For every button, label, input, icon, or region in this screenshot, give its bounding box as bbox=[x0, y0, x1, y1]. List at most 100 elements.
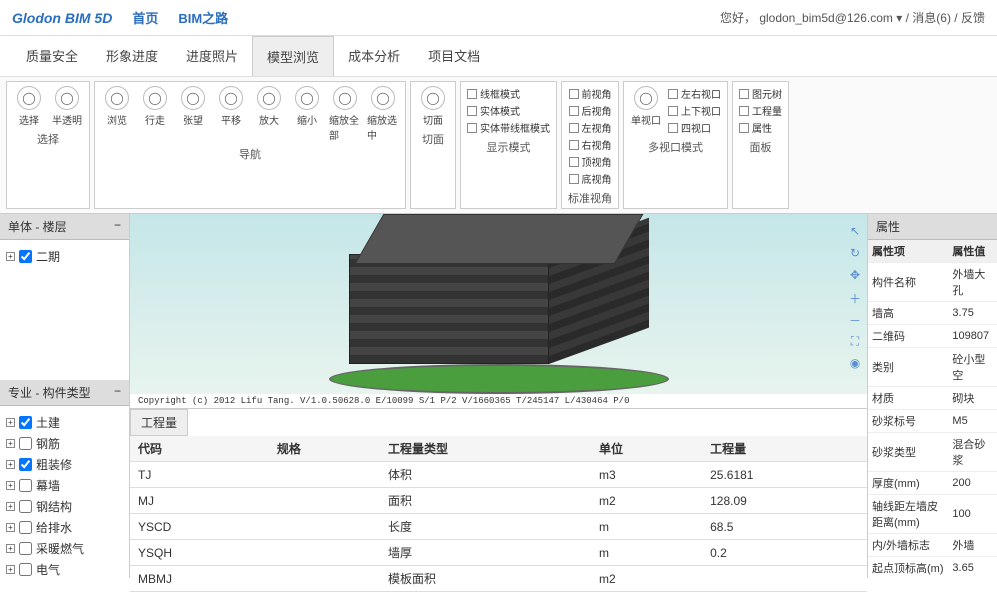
tree-checkbox[interactable] bbox=[19, 416, 32, 429]
expand-toggle[interactable]: + bbox=[6, 460, 15, 469]
expand-toggle[interactable]: + bbox=[6, 439, 15, 448]
tool-button[interactable]: ◯放大 bbox=[253, 86, 285, 127]
prop-value: 外墙大孔 bbox=[948, 263, 997, 302]
tool-button[interactable]: ◯浏览 bbox=[101, 86, 133, 127]
tree-item[interactable]: +二期 bbox=[6, 246, 123, 267]
qty-cell: m2 bbox=[591, 488, 702, 514]
tree-item[interactable]: +粗装修 bbox=[6, 454, 123, 475]
tool-mini-button[interactable]: 底视角 bbox=[569, 171, 612, 186]
building-model[interactable] bbox=[319, 214, 679, 394]
tree-checkbox[interactable] bbox=[19, 521, 32, 534]
expand-toggle[interactable]: + bbox=[6, 523, 15, 532]
expand-toggle[interactable]: + bbox=[6, 565, 15, 574]
vp-pan-icon[interactable]: ✥ bbox=[847, 268, 863, 284]
dropdown-icon[interactable]: ▾ bbox=[896, 11, 905, 25]
subnav-item[interactable]: 成本分析 bbox=[334, 36, 414, 76]
collapse-icon[interactable]: − bbox=[114, 218, 121, 235]
quantity-tab[interactable]: 工程量 bbox=[130, 409, 188, 436]
table-row[interactable]: YSQH墙厚m0.2 bbox=[130, 540, 867, 566]
nav-bim-road[interactable]: BIM之路 bbox=[178, 8, 228, 27]
prop-row[interactable]: 二维码109807 bbox=[868, 325, 997, 348]
tree-checkbox[interactable] bbox=[19, 458, 32, 471]
tree-item[interactable]: +幕墙 bbox=[6, 475, 123, 496]
prop-row[interactable]: 砂浆标号M5 bbox=[868, 410, 997, 433]
nav-home[interactable]: 首页 bbox=[132, 8, 158, 27]
tool-mini-button[interactable]: 图元树 bbox=[739, 86, 782, 101]
tree-checkbox[interactable] bbox=[19, 437, 32, 450]
subnav-item[interactable]: 进度照片 bbox=[172, 36, 252, 76]
tool-button[interactable]: ◯单视口 bbox=[630, 86, 662, 127]
tree-checkbox[interactable] bbox=[19, 250, 32, 263]
subnav-item[interactable]: 形象进度 bbox=[92, 36, 172, 76]
tree-checkbox[interactable] bbox=[19, 542, 32, 555]
table-row[interactable]: MJ面积m2128.09 bbox=[130, 488, 867, 514]
prop-row[interactable]: 厚度(mm)200 bbox=[868, 472, 997, 495]
prop-row[interactable]: 起点顶标高(m)3.65 bbox=[868, 557, 997, 579]
tool-mini-button[interactable]: 属性 bbox=[739, 120, 782, 135]
vp-zoomin-icon[interactable]: ＋ bbox=[847, 290, 863, 306]
prop-row[interactable]: 内/外墙标志外墙 bbox=[868, 534, 997, 557]
messages-link[interactable]: 消息(6) bbox=[912, 11, 951, 25]
prop-row[interactable]: 构件名称外墙大孔 bbox=[868, 263, 997, 302]
properties-tab[interactable]: 属性 bbox=[868, 214, 997, 240]
expand-toggle[interactable]: + bbox=[6, 544, 15, 553]
tool-button[interactable]: ◯平移 bbox=[215, 86, 247, 127]
feedback-link[interactable]: 反馈 bbox=[961, 11, 985, 25]
expand-toggle[interactable]: + bbox=[6, 481, 15, 490]
tool-button[interactable]: ◯切面 bbox=[417, 86, 449, 127]
vp-fit-icon[interactable]: ⛶ bbox=[847, 334, 863, 350]
tool-mini-button[interactable]: 实体模式 bbox=[467, 103, 550, 118]
prop-row[interactable]: 墙高3.75 bbox=[868, 302, 997, 325]
tool-mini-button[interactable]: 四视口 bbox=[668, 120, 721, 135]
tree-item[interactable]: +给排水 bbox=[6, 517, 123, 538]
tool-button[interactable]: ◯缩放选中 bbox=[367, 86, 399, 142]
tool-button[interactable]: ◯选择 bbox=[13, 86, 45, 127]
tree-item[interactable]: +钢筋 bbox=[6, 433, 123, 454]
tool-mini-button[interactable]: 顶视角 bbox=[569, 154, 612, 169]
vp-info-icon[interactable]: ◉ bbox=[847, 356, 863, 372]
expand-toggle[interactable]: + bbox=[6, 252, 15, 261]
subnav-item[interactable]: 模型浏览 bbox=[252, 36, 334, 76]
table-row[interactable]: MBMJ模板面积m2 bbox=[130, 566, 867, 592]
tool-mini-button[interactable]: 上下视口 bbox=[668, 103, 721, 118]
panel-tab-floors[interactable]: 单体 - 楼层− bbox=[0, 214, 129, 240]
tree-item[interactable]: +钢结构 bbox=[6, 496, 123, 517]
tree-item[interactable]: +土建 bbox=[6, 412, 123, 433]
user-link[interactable]: glodon_bim5d@126.com bbox=[759, 11, 893, 25]
group-label: 多视口模式 bbox=[648, 139, 703, 155]
vp-zoomout-icon[interactable]: － bbox=[847, 312, 863, 328]
tree-item[interactable]: +电气 bbox=[6, 559, 123, 578]
subnav-item[interactable]: 质量安全 bbox=[12, 36, 92, 76]
tool-mini-button[interactable]: 前视角 bbox=[569, 86, 612, 101]
table-row[interactable]: TJ体积m325.6181 bbox=[130, 462, 867, 488]
tool-mini-button[interactable]: 实体带线框模式 bbox=[467, 120, 550, 135]
tool-button[interactable]: ◯半透明 bbox=[51, 86, 83, 127]
tool-mini-button[interactable]: 工程量 bbox=[739, 103, 782, 118]
3d-viewport[interactable]: ↖ ↻ ✥ ＋ － ⛶ ◉ bbox=[130, 214, 867, 394]
table-row[interactable]: YSCD长度m68.5 bbox=[130, 514, 867, 540]
tool-mini-button[interactable]: 左右视口 bbox=[668, 86, 721, 101]
tree-checkbox[interactable] bbox=[19, 479, 32, 492]
expand-toggle[interactable]: + bbox=[6, 418, 15, 427]
tool-button[interactable]: ◯缩小 bbox=[291, 86, 323, 127]
panel-tab-types[interactable]: 专业 - 构件类型− bbox=[0, 380, 129, 406]
collapse-icon[interactable]: − bbox=[114, 384, 121, 401]
tool-mini-button[interactable]: 后视角 bbox=[569, 103, 612, 118]
expand-toggle[interactable]: + bbox=[6, 502, 15, 511]
tree-item[interactable]: +采暖燃气 bbox=[6, 538, 123, 559]
tree-checkbox[interactable] bbox=[19, 563, 32, 576]
tool-mini-button[interactable]: 线框模式 bbox=[467, 86, 550, 101]
vp-rotate-icon[interactable]: ↻ bbox=[847, 246, 863, 262]
prop-row[interactable]: 砂浆类型混合砂浆 bbox=[868, 433, 997, 472]
prop-row[interactable]: 轴线距左墙皮距离(mm)100 bbox=[868, 495, 997, 534]
prop-row[interactable]: 类别砼小型空 bbox=[868, 348, 997, 387]
vp-arrow-icon[interactable]: ↖ bbox=[847, 224, 863, 240]
tree-checkbox[interactable] bbox=[19, 500, 32, 513]
tool-button[interactable]: ◯缩放全部 bbox=[329, 86, 361, 142]
prop-row[interactable]: 材质砌块 bbox=[868, 387, 997, 410]
tool-mini-button[interactable]: 左视角 bbox=[569, 120, 612, 135]
tool-button[interactable]: ◯张望 bbox=[177, 86, 209, 127]
tool-button[interactable]: ◯行走 bbox=[139, 86, 171, 127]
tool-mini-button[interactable]: 右视角 bbox=[569, 137, 612, 152]
subnav-item[interactable]: 项目文档 bbox=[414, 36, 494, 76]
